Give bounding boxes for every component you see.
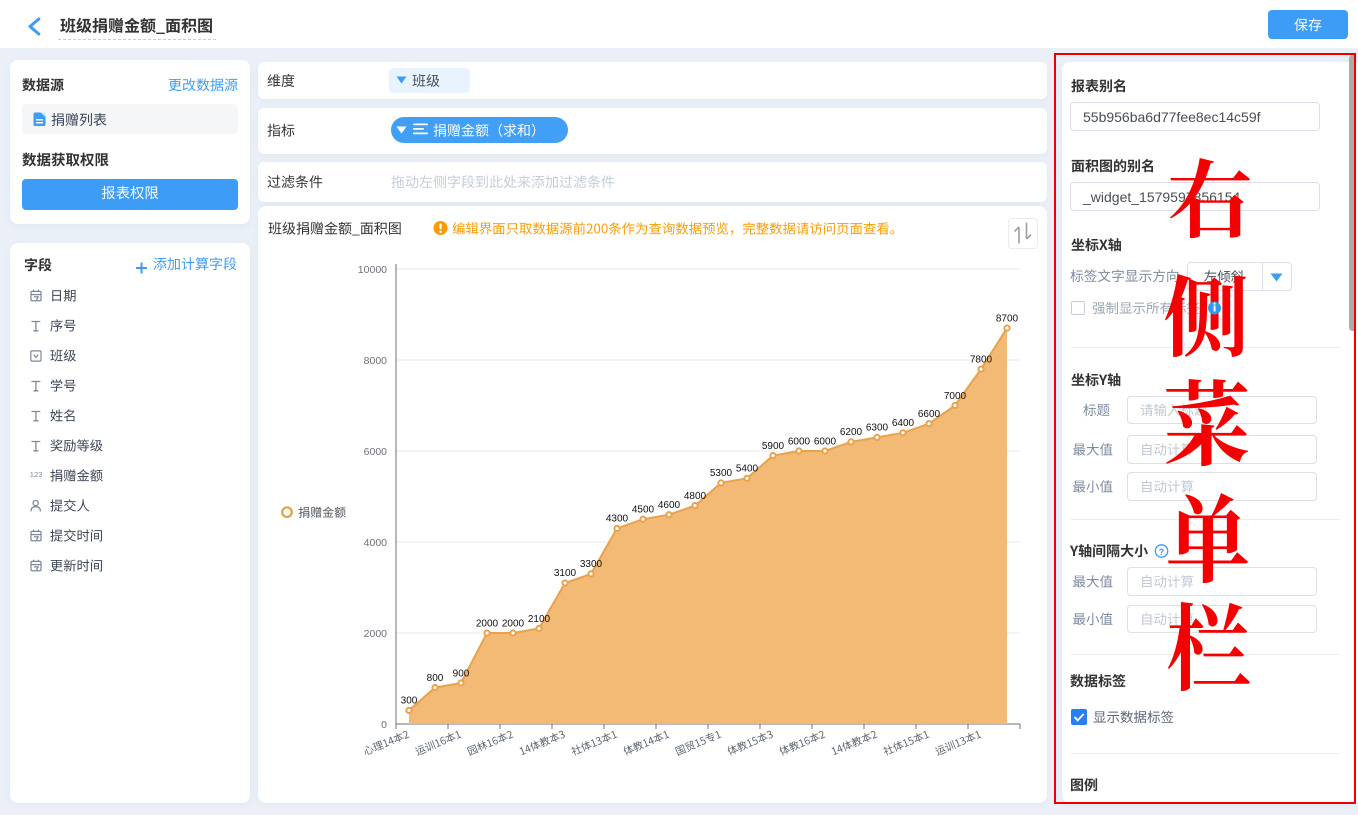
svg-text:123: 123 (30, 470, 43, 479)
svg-text:?: ? (1159, 547, 1165, 557)
